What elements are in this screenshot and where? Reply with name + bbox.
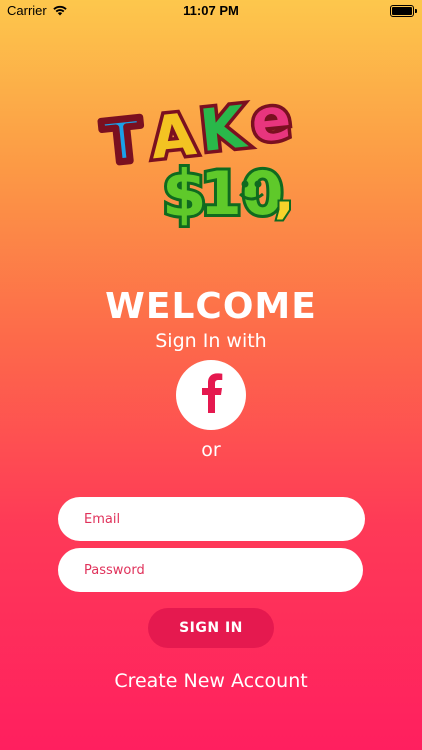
take-10-logo: T T A K e $ 10 , (92, 80, 332, 235)
svg-text:10: 10 (200, 159, 284, 228)
or-label: or (201, 439, 221, 461)
battery-icon (390, 5, 417, 17)
status-bar: Carrier 11:07 PM (0, 0, 422, 22)
facebook-icon (198, 373, 224, 417)
sign-in-with-label: Sign In with (155, 330, 267, 352)
svg-text:,: , (274, 162, 295, 225)
status-time: 11:07 PM (183, 3, 239, 18)
create-account-link[interactable]: Create New Account (0, 670, 422, 692)
welcome-title: WELCOME (105, 286, 317, 327)
password-field[interactable] (58, 548, 363, 592)
logo-letter-t: T (99, 105, 146, 177)
facebook-login-button[interactable] (176, 360, 246, 430)
svg-text:K: K (197, 93, 251, 166)
svg-text:e: e (248, 88, 294, 156)
sign-in-button[interactable]: SIGN IN (148, 608, 274, 648)
email-field[interactable] (58, 497, 365, 541)
